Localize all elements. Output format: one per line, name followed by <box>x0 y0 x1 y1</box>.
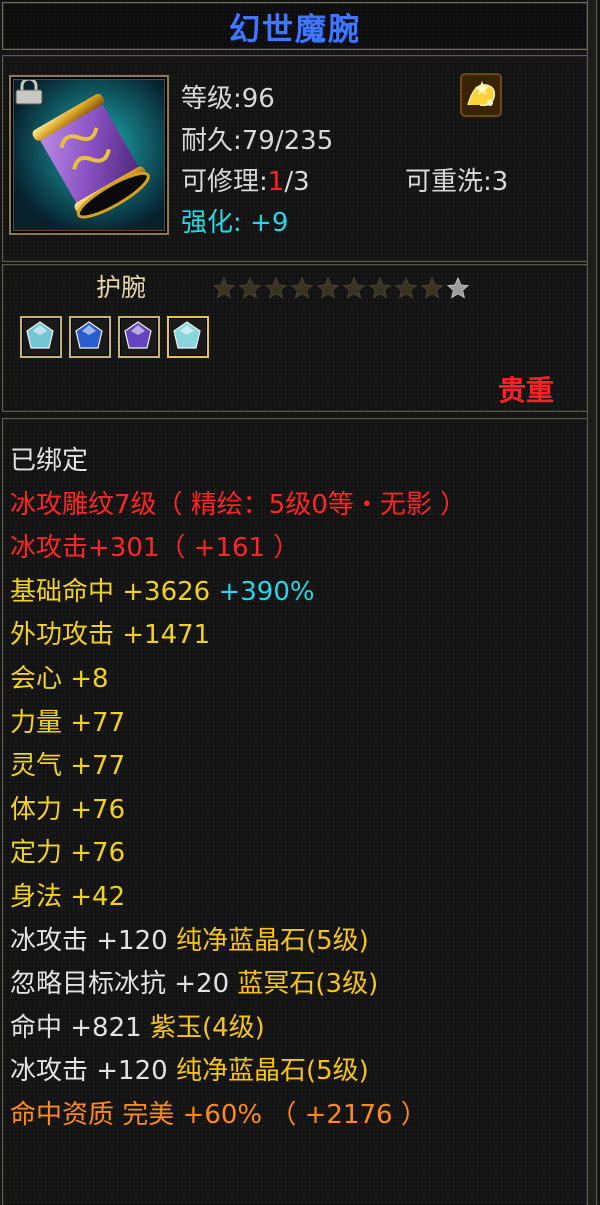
attribute-text: 命中资质 完美 +60% （ +2176 ） <box>10 1099 427 1130</box>
attribute-text: 力量 +77 <box>10 707 126 738</box>
title-bar: 幻世魔腕 <box>2 2 588 50</box>
level-label: 等级: <box>181 84 242 114</box>
durability-value: 79/235 <box>241 126 334 156</box>
star-icon <box>290 276 314 299</box>
star-icon <box>316 276 340 299</box>
panel-right-border <box>587 0 597 1205</box>
attribute-text: 紫玉(4级) <box>149 1012 265 1043</box>
item-type-label: 护腕 <box>96 273 147 302</box>
gem-icon-blue-crystal <box>75 321 103 349</box>
durability-line: 耐久:79/235 <box>181 120 333 157</box>
gold-seal-icon[interactable] <box>460 73 502 117</box>
attribute-text: 冰攻击+301（ +161 ） <box>10 533 300 564</box>
level-value: 96 <box>241 84 275 114</box>
attribute-row: 命中资质 完美 +60% （ +2176 ） <box>10 1094 580 1138</box>
attribute-text: 纯净蓝晶石(5级) <box>175 1056 369 1087</box>
repair-line: 可修理:1/3 <box>181 161 310 198</box>
reroll-label: 可重洗: <box>405 167 492 197</box>
attribute-row: 体力 +76 <box>10 789 580 833</box>
gem-slot[interactable] <box>20 316 62 358</box>
item-name: 幻世魔腕 <box>229 11 361 48</box>
reroll-value: 3 <box>491 167 509 197</box>
repair-label: 可修理: <box>181 167 268 197</box>
attribute-row: 忽略目标冰抗 +20 蓝冥石(3级) <box>10 963 580 1007</box>
star-icon <box>342 276 366 299</box>
attribute-text: 体力 +76 <box>10 794 126 825</box>
attribute-row: 灵气 +77 <box>10 745 580 789</box>
attribute-text: 定力 +76 <box>10 838 126 869</box>
attribute-row: 会心 +8 <box>10 658 580 702</box>
attribute-text: 外功攻击 +1471 <box>10 620 211 651</box>
attribute-row: 外功攻击 +1471 <box>10 614 580 658</box>
attribute-text: 身法 +42 <box>10 881 126 912</box>
attribute-text: 冰攻雕纹7级（ 精绘：5级0等・无影 ） <box>10 489 467 520</box>
star-icon <box>212 276 236 299</box>
attribute-row: 冰攻击 +120 纯净蓝晶石(5级) <box>10 920 580 964</box>
attribute-text: +390% <box>218 576 315 607</box>
level-line: 等级:96 <box>181 78 275 115</box>
gem-icon-diamond-gold <box>173 321 201 349</box>
star-icon <box>368 276 392 299</box>
enhance-stars <box>212 276 470 302</box>
attribute-row: 冰攻击 +120 纯净蓝晶石(5级) <box>10 1050 580 1094</box>
strength-label: 强化: <box>181 208 242 238</box>
star-icon <box>238 276 262 299</box>
gem-slot[interactable] <box>167 316 209 358</box>
item-summary-section: 等级:96 耐久:79/235 可修理:1/3 可重洗:3 强化: +9 <box>2 55 588 262</box>
reroll-line: 可重洗:3 <box>405 161 508 198</box>
attribute-text: 命中 +821 <box>10 1012 150 1043</box>
attribute-text: 忽略目标冰抗 +20 <box>10 969 238 1000</box>
attribute-row: 冰攻击+301（ +161 ） <box>10 527 580 571</box>
attribute-row: 定力 +76 <box>10 832 580 876</box>
attribute-text: 已绑定 <box>10 446 89 476</box>
attribute-row: 基础命中 +3626 +390% <box>10 571 580 615</box>
star-icon <box>420 276 444 299</box>
lock-icon <box>15 80 43 105</box>
item-tooltip-panel: 幻世魔腕 等级:96 耐久:79/235 可修理:1/3 可重洗:3 强化: +… <box>0 0 600 1205</box>
strength-line: 强化: +9 <box>181 202 288 239</box>
durability-label: 耐久: <box>181 126 242 156</box>
attribute-text: 基础命中 +3626 <box>10 576 219 607</box>
attribute-row: 命中 +821 紫玉(4级) <box>10 1007 580 1051</box>
quality-label: 贵重 <box>497 374 554 407</box>
gem-slot[interactable] <box>118 316 160 358</box>
attribute-row: 冰攻雕纹7级（ 精绘：5级0等・无影 ） <box>10 484 580 528</box>
attribute-row: 身法 +42 <box>10 876 580 920</box>
gem-icon-diamond <box>26 321 54 349</box>
strength-value: +9 <box>250 208 289 238</box>
star-icon <box>264 276 288 299</box>
attribute-text: 冰攻击 +120 <box>10 925 176 956</box>
attribute-text: 灵气 +77 <box>10 751 126 782</box>
gem-icon-purple <box>124 321 152 349</box>
attribute-row: 力量 +77 <box>10 702 580 746</box>
attribute-row: 已绑定 <box>10 440 580 484</box>
attribute-text: 纯净蓝晶石(5级) <box>175 925 369 956</box>
repair-total: /3 <box>284 167 310 197</box>
bracer-item-icon[interactable] <box>9 75 169 235</box>
attribute-list: 已绑定冰攻雕纹7级（ 精绘：5级0等・无影 ） 冰攻击+301（ +161 ） 基础… <box>10 440 580 1138</box>
attribute-text: 冰攻击 +120 <box>10 1056 176 1087</box>
gem-slot[interactable] <box>69 316 111 358</box>
repair-used: 1 <box>267 167 285 197</box>
star-icon <box>394 276 418 299</box>
star-icon <box>446 276 470 299</box>
gem-slots <box>20 316 209 358</box>
attribute-text: 蓝冥石(3级) <box>237 969 379 1000</box>
attribute-text: 会心 +8 <box>10 663 109 694</box>
